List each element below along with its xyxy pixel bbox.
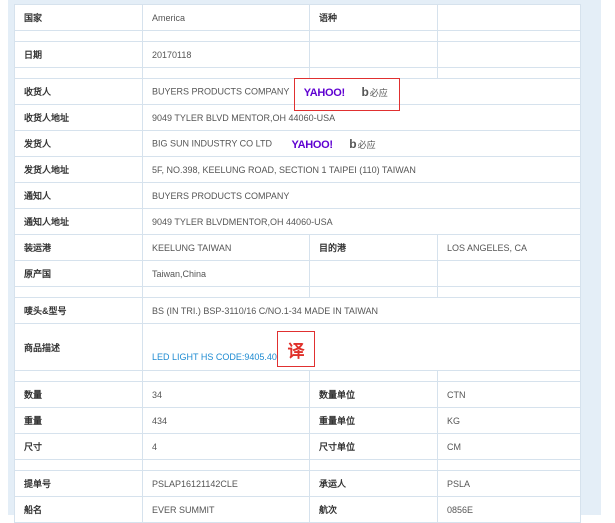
table-row: 通知人地址 9049 TYLER BLVDMENTOR,OH 44060-USA — [14, 208, 581, 235]
date-label: 日期 — [14, 41, 143, 68]
quantity-unit-value: CTN — [437, 381, 581, 408]
consignee-address-label: 收货人地址 — [14, 104, 143, 131]
language-value — [437, 4, 581, 31]
spacer-row — [14, 67, 581, 79]
bing-label: 必应 — [357, 139, 376, 150]
shipper-address-value: 5F, NO.398, KEELUNG ROAD, SECTION 1 TAIP… — [142, 156, 581, 183]
shipper-search-links: YAHOO! b必应 — [292, 137, 376, 151]
bing-search-link[interactable]: b必应 — [349, 137, 375, 151]
table-row: 重量 434 重量单位 KG — [14, 407, 581, 434]
weight-value: 434 — [142, 407, 310, 434]
carrier-label: 承运人 — [309, 470, 438, 497]
port-of-loading-label: 装运港 — [14, 234, 143, 261]
size-label: 尺寸 — [14, 433, 143, 460]
goods-description-cell: LED LIGHT HS CODE:9405.40 — [142, 323, 581, 371]
notify-label: 通知人 — [14, 182, 143, 209]
notify-value: BUYERS PRODUCTS COMPANY — [142, 182, 581, 209]
quantity-label: 数量 — [14, 381, 143, 408]
table-row: 发货人地址 5F, NO.398, KEELUNG ROAD, SECTION … — [14, 156, 581, 183]
translate-button[interactable]: 译 — [277, 331, 315, 367]
weight-label: 重量 — [14, 407, 143, 434]
vessel-value: EVER SUMMIT — [142, 496, 310, 523]
shipper-address-label: 发货人地址 — [14, 156, 143, 183]
shipper-cell: BIG SUN INDUSTRY CO LTD YAHOO! b必应 — [142, 130, 581, 157]
size-unit-value: CM — [437, 433, 581, 460]
vessel-label: 船名 — [14, 496, 143, 523]
bing-icon: b — [349, 136, 357, 151]
notify-address-label: 通知人地址 — [14, 208, 143, 235]
spacer-row — [14, 459, 581, 471]
consignee-value: BUYERS PRODUCTS COMPANY — [152, 85, 290, 96]
bill-of-lading-value: PSLAP16121142CLE — [142, 470, 310, 497]
origin-label: 原产国 — [14, 260, 143, 287]
table-row: 数量 34 数量单位 CTN — [14, 381, 581, 408]
search-links-highlight — [294, 78, 400, 111]
table-row: 尺寸 4 尺寸单位 CM — [14, 433, 581, 460]
goods-description-value[interactable]: LED LIGHT HS CODE:9405.40 — [152, 352, 277, 362]
shipper-label: 发货人 — [14, 130, 143, 157]
spacer-row — [14, 286, 581, 298]
bill-of-lading-label: 提单号 — [14, 470, 143, 497]
table-row: 原产国 Taiwan,China — [14, 260, 581, 287]
notify-address-value: 9049 TYLER BLVDMENTOR,OH 44060-USA — [142, 208, 581, 235]
table-row: 船名 EVER SUMMIT 航次 0856E — [14, 496, 581, 523]
table-row: 通知人 BUYERS PRODUCTS COMPANY — [14, 182, 581, 209]
size-value: 4 — [142, 433, 310, 460]
quantity-value: 34 — [142, 381, 310, 408]
table-row: 发货人 BIG SUN INDUSTRY CO LTD YAHOO! b必应 — [14, 130, 581, 157]
country-value: America — [142, 4, 310, 31]
language-label: 语种 — [309, 4, 438, 31]
destination-port-value: LOS ANGELES, CA — [437, 234, 581, 261]
marks-label: 唛头&型号 — [14, 297, 143, 324]
table-row: 装运港 KEELUNG TAIWAN 目的港 LOS ANGELES, CA — [14, 234, 581, 261]
port-of-loading-value: KEELUNG TAIWAN — [142, 234, 310, 261]
goods-description-label: 商品描述 — [14, 323, 143, 371]
marks-value: BS (IN TRI.) BSP-3110/16 C/NO.1-34 MADE … — [142, 297, 581, 324]
spacer-row — [14, 370, 581, 382]
table-row: 日期 20170118 — [14, 41, 581, 68]
consignee-label: 收货人 — [14, 78, 143, 105]
voyage-label: 航次 — [309, 496, 438, 523]
yahoo-search-link[interactable]: YAHOO! — [292, 139, 334, 151]
weight-unit-label: 重量单位 — [309, 407, 438, 434]
table-row: 唛头&型号 BS (IN TRI.) BSP-3110/16 C/NO.1-34… — [14, 297, 581, 324]
shipper-value: BIG SUN INDUSTRY CO LTD — [152, 137, 273, 148]
origin-value: Taiwan,China — [142, 260, 310, 287]
weight-unit-value: KG — [437, 407, 581, 434]
table-row: 国家 America 语种 — [14, 4, 581, 31]
country-label: 国家 — [14, 4, 143, 31]
table-row: 提单号 PSLAP16121142CLE 承运人 PSLA — [14, 470, 581, 497]
destination-port-label: 目的港 — [309, 234, 438, 261]
voyage-value: 0856E — [437, 496, 581, 523]
quantity-unit-label: 数量单位 — [309, 381, 438, 408]
size-unit-label: 尺寸单位 — [309, 433, 438, 460]
date-value: 20170118 — [142, 41, 310, 68]
carrier-value: PSLA — [437, 470, 581, 497]
spacer-row — [14, 30, 581, 42]
